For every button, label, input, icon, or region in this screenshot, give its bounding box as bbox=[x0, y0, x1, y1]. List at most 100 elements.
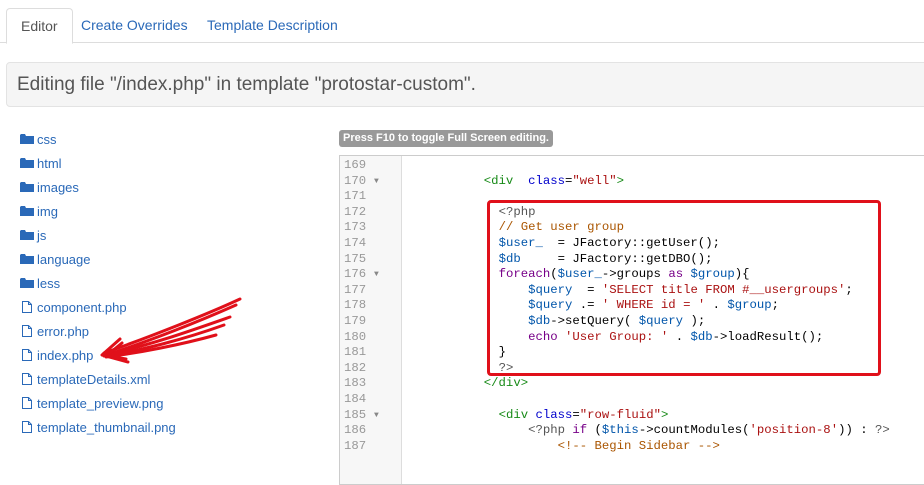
tree-item-label: img bbox=[37, 204, 58, 219]
code-token: <div bbox=[483, 173, 514, 188]
tree-item[interactable]: images bbox=[20, 176, 176, 200]
line-number: 184 bbox=[344, 392, 367, 406]
folder-icon bbox=[20, 230, 34, 240]
tree-item-label: template_thumbnail.png bbox=[37, 420, 176, 435]
line-number: 187 bbox=[344, 438, 367, 453]
code-token: )) : bbox=[838, 423, 875, 438]
line-number: 169 bbox=[344, 158, 367, 172]
tree-item[interactable]: template_thumbnail.png bbox=[20, 416, 176, 440]
tree-item-label: template_preview.png bbox=[37, 396, 164, 411]
tree-item[interactable]: template_preview.png bbox=[20, 392, 176, 416]
line-number: 180 bbox=[344, 329, 367, 344]
folder-icon bbox=[20, 134, 34, 144]
tree-item[interactable]: img bbox=[20, 200, 176, 224]
code-token: > bbox=[616, 173, 625, 188]
code-token: = bbox=[572, 407, 580, 422]
folder-icon bbox=[20, 158, 34, 168]
annotation-arrow-icon bbox=[100, 297, 242, 364]
code-token: ->countModules( bbox=[638, 423, 750, 438]
tree-item-label: html bbox=[37, 156, 62, 171]
file-icon bbox=[22, 373, 32, 385]
line-number: 170 bbox=[344, 173, 367, 188]
line-number: 175 bbox=[344, 251, 367, 266]
folder-icon bbox=[20, 206, 34, 216]
line-number: 178 bbox=[344, 298, 367, 313]
code-text: <div class="row-fluid"> bbox=[410, 407, 669, 424]
file-icon bbox=[22, 397, 32, 409]
tree-item-label: js bbox=[37, 228, 47, 243]
fold-toggle-icon[interactable]: ▼ bbox=[374, 267, 379, 283]
file-icon bbox=[22, 421, 32, 433]
page-header: Editing file "/index.php" in template "p… bbox=[6, 62, 924, 107]
file-icon bbox=[22, 325, 32, 337]
highlight-box bbox=[487, 200, 881, 376]
code-line: 184 bbox=[340, 392, 924, 408]
line-number: 179 bbox=[344, 314, 367, 328]
tab-bar: Editor Create Overrides Template Descrip… bbox=[0, 0, 924, 44]
line-number: 182 bbox=[344, 360, 367, 375]
code-token: "well" bbox=[572, 173, 617, 188]
code-token: > bbox=[660, 407, 669, 422]
tab-template-description[interactable]: Template Description bbox=[193, 8, 352, 43]
folder-icon bbox=[20, 278, 34, 288]
code-line: 170 ▼ <div class="well"> bbox=[340, 174, 924, 190]
code-token: if bbox=[572, 423, 588, 438]
tree-item[interactable]: js bbox=[20, 224, 176, 248]
tree-item[interactable]: css bbox=[20, 128, 176, 152]
code-line: 185 ▼ <div class="row-fluid"> bbox=[340, 408, 924, 424]
line-number: 172 bbox=[344, 204, 367, 219]
file-tree: css html images img js language less component.… bbox=[20, 128, 176, 440]
tree-item-label: css bbox=[37, 132, 57, 147]
folder-icon bbox=[20, 182, 34, 192]
tab-editor[interactable]: Editor bbox=[6, 8, 73, 44]
line-number: 186 bbox=[344, 423, 367, 438]
tree-item[interactable]: less bbox=[20, 272, 176, 296]
code-token: $this bbox=[601, 423, 639, 438]
fullscreen-hint: Press F10 to toggle Full Screen editing. bbox=[339, 130, 553, 147]
tab-create-overrides[interactable]: Create Overrides bbox=[67, 8, 202, 43]
line-number: 181 bbox=[344, 345, 367, 360]
tree-item[interactable]: language bbox=[20, 248, 176, 272]
code-token: "row-fluid" bbox=[579, 407, 661, 422]
code-token: class bbox=[535, 407, 573, 422]
code-token: <!-- Begin Sidebar --> bbox=[557, 438, 720, 453]
line-number: 176 bbox=[344, 267, 367, 282]
tree-item-label: language bbox=[37, 252, 91, 267]
line-number: 177 bbox=[344, 282, 367, 297]
code-line: 183 </div> bbox=[340, 376, 924, 392]
tree-item[interactable]: html bbox=[20, 152, 176, 176]
file-icon bbox=[22, 349, 32, 361]
fold-toggle-icon[interactable]: ▼ bbox=[374, 408, 379, 424]
code-text: <div class="well"> bbox=[410, 174, 624, 190]
code-token: 'position-8' bbox=[749, 423, 839, 438]
fold-toggle-icon[interactable]: ▼ bbox=[374, 174, 379, 190]
code-text: </div> bbox=[410, 376, 528, 392]
tree-item-label: index.php bbox=[37, 348, 94, 363]
line-number: 185 bbox=[344, 407, 367, 422]
line-number: 171 bbox=[344, 189, 367, 204]
line-number: 173 bbox=[344, 220, 367, 235]
code-line: 187 <!-- Begin Sidebar --> bbox=[340, 439, 924, 455]
tree-item-label: error.php bbox=[37, 324, 90, 339]
code-text: <?php if ($this->countModules('position-… bbox=[410, 423, 890, 439]
code-token: </div> bbox=[483, 376, 529, 391]
page-title: Editing file "/index.php" in template "p… bbox=[17, 74, 476, 95]
code-text: <!-- Begin Sidebar --> bbox=[410, 439, 720, 455]
tree-item-label: images bbox=[37, 180, 79, 195]
line-number: 174 bbox=[344, 236, 367, 250]
code-token: <div bbox=[498, 407, 529, 422]
code-token: class bbox=[528, 173, 565, 188]
code-token: <?php bbox=[528, 423, 565, 438]
